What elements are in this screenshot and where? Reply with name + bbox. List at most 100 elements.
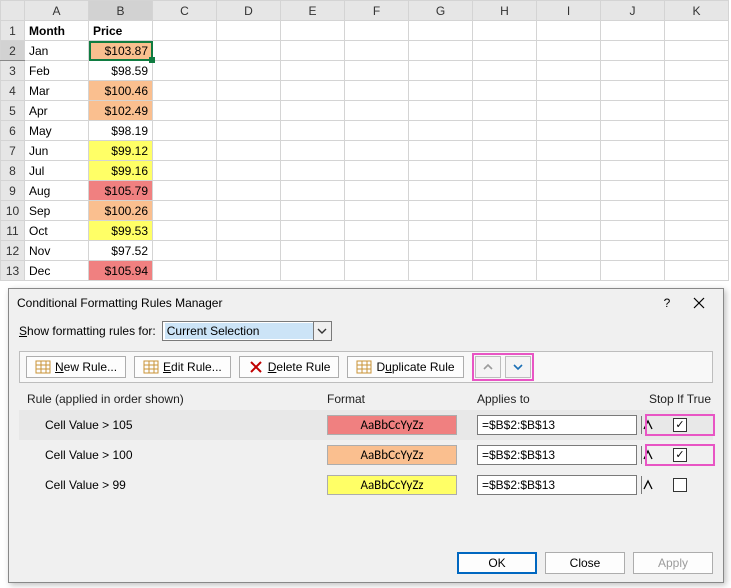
cell-E4[interactable]: [281, 81, 345, 101]
cell-F9[interactable]: [345, 181, 409, 201]
cell-H1[interactable]: [473, 21, 537, 41]
cell-B2[interactable]: $103.87: [89, 41, 153, 61]
cell-H13[interactable]: [473, 261, 537, 281]
cell-K6[interactable]: [665, 121, 729, 141]
cell-E9[interactable]: [281, 181, 345, 201]
cell-K5[interactable]: [665, 101, 729, 121]
cell-A1[interactable]: Month: [25, 21, 89, 41]
cell-D1[interactable]: [217, 21, 281, 41]
cell-A9[interactable]: Aug: [25, 181, 89, 201]
stop-if-true-checkbox[interactable]: [673, 418, 687, 432]
cell-G6[interactable]: [409, 121, 473, 141]
cell-E12[interactable]: [281, 241, 345, 261]
applies-to-input[interactable]: [478, 448, 641, 462]
cell-A7[interactable]: Jun: [25, 141, 89, 161]
cell-A11[interactable]: Oct: [25, 221, 89, 241]
cell-A13[interactable]: Dec: [25, 261, 89, 281]
cell-G5[interactable]: [409, 101, 473, 121]
cell-J10[interactable]: [601, 201, 665, 221]
cell-G12[interactable]: [409, 241, 473, 261]
column-header-A[interactable]: A: [25, 1, 89, 21]
close-button[interactable]: [683, 291, 715, 315]
cell-I9[interactable]: [537, 181, 601, 201]
row-header-1[interactable]: 1: [1, 21, 25, 41]
cell-H2[interactable]: [473, 41, 537, 61]
cell-B6[interactable]: $98.19: [89, 121, 153, 141]
scope-combo[interactable]: Current Selection: [162, 321, 332, 341]
close-dialog-button[interactable]: Close: [545, 552, 625, 574]
cell-B8[interactable]: $99.16: [89, 161, 153, 181]
move-up-button[interactable]: [475, 356, 501, 378]
column-header-B[interactable]: B: [89, 1, 153, 21]
rule-row[interactable]: Cell Value > 105AaBbCcYyZz: [19, 410, 713, 440]
rule-row[interactable]: Cell Value > 99AaBbCcYyZz: [19, 470, 713, 500]
cell-J12[interactable]: [601, 241, 665, 261]
cell-B13[interactable]: $105.94: [89, 261, 153, 281]
cell-B5[interactable]: $102.49: [89, 101, 153, 121]
cell-H5[interactable]: [473, 101, 537, 121]
cell-I3[interactable]: [537, 61, 601, 81]
cell-F7[interactable]: [345, 141, 409, 161]
cell-H3[interactable]: [473, 61, 537, 81]
cell-B3[interactable]: $98.59: [89, 61, 153, 81]
cell-H9[interactable]: [473, 181, 537, 201]
applies-to-input[interactable]: [478, 418, 641, 432]
cell-G13[interactable]: [409, 261, 473, 281]
cell-K12[interactable]: [665, 241, 729, 261]
cell-I6[interactable]: [537, 121, 601, 141]
cell-J5[interactable]: [601, 101, 665, 121]
stop-if-true-checkbox[interactable]: [673, 478, 687, 492]
cell-F13[interactable]: [345, 261, 409, 281]
column-header-E[interactable]: E: [281, 1, 345, 21]
cell-B10[interactable]: $100.26: [89, 201, 153, 221]
row-header-12[interactable]: 12: [1, 241, 25, 261]
cell-G9[interactable]: [409, 181, 473, 201]
cell-G4[interactable]: [409, 81, 473, 101]
cell-C8[interactable]: [153, 161, 217, 181]
cell-G2[interactable]: [409, 41, 473, 61]
cell-A10[interactable]: Sep: [25, 201, 89, 221]
cell-A4[interactable]: Mar: [25, 81, 89, 101]
cell-J3[interactable]: [601, 61, 665, 81]
cell-F4[interactable]: [345, 81, 409, 101]
cell-G1[interactable]: [409, 21, 473, 41]
cell-H4[interactable]: [473, 81, 537, 101]
cell-D4[interactable]: [217, 81, 281, 101]
select-all-corner[interactable]: [1, 1, 25, 21]
row-header-8[interactable]: 8: [1, 161, 25, 181]
delete-rule-button[interactable]: Delete Rule: [239, 356, 340, 378]
cell-H11[interactable]: [473, 221, 537, 241]
duplicate-rule-button[interactable]: Duplicate Rule: [347, 356, 463, 378]
cell-F1[interactable]: [345, 21, 409, 41]
cell-H7[interactable]: [473, 141, 537, 161]
cell-K10[interactable]: [665, 201, 729, 221]
column-header-G[interactable]: G: [409, 1, 473, 21]
cell-D6[interactable]: [217, 121, 281, 141]
apply-button[interactable]: Apply: [633, 552, 713, 574]
cell-A2[interactable]: Jan: [25, 41, 89, 61]
cell-E7[interactable]: [281, 141, 345, 161]
cell-K8[interactable]: [665, 161, 729, 181]
cell-B7[interactable]: $99.12: [89, 141, 153, 161]
cell-I8[interactable]: [537, 161, 601, 181]
cell-G7[interactable]: [409, 141, 473, 161]
applies-to-input[interactable]: [478, 478, 641, 492]
cell-K2[interactable]: [665, 41, 729, 61]
cell-K13[interactable]: [665, 261, 729, 281]
cell-B11[interactable]: $99.53: [89, 221, 153, 241]
cell-E1[interactable]: [281, 21, 345, 41]
cell-D12[interactable]: [217, 241, 281, 261]
cell-H6[interactable]: [473, 121, 537, 141]
cell-F2[interactable]: [345, 41, 409, 61]
cell-A8[interactable]: Jul: [25, 161, 89, 181]
cell-F3[interactable]: [345, 61, 409, 81]
cell-E6[interactable]: [281, 121, 345, 141]
cell-E2[interactable]: [281, 41, 345, 61]
cell-B12[interactable]: $97.52: [89, 241, 153, 261]
cell-J4[interactable]: [601, 81, 665, 101]
cell-C2[interactable]: [153, 41, 217, 61]
cell-J13[interactable]: [601, 261, 665, 281]
cell-C1[interactable]: [153, 21, 217, 41]
new-rule-button[interactable]: New Rule...: [26, 356, 126, 378]
ok-button[interactable]: OK: [457, 552, 537, 574]
